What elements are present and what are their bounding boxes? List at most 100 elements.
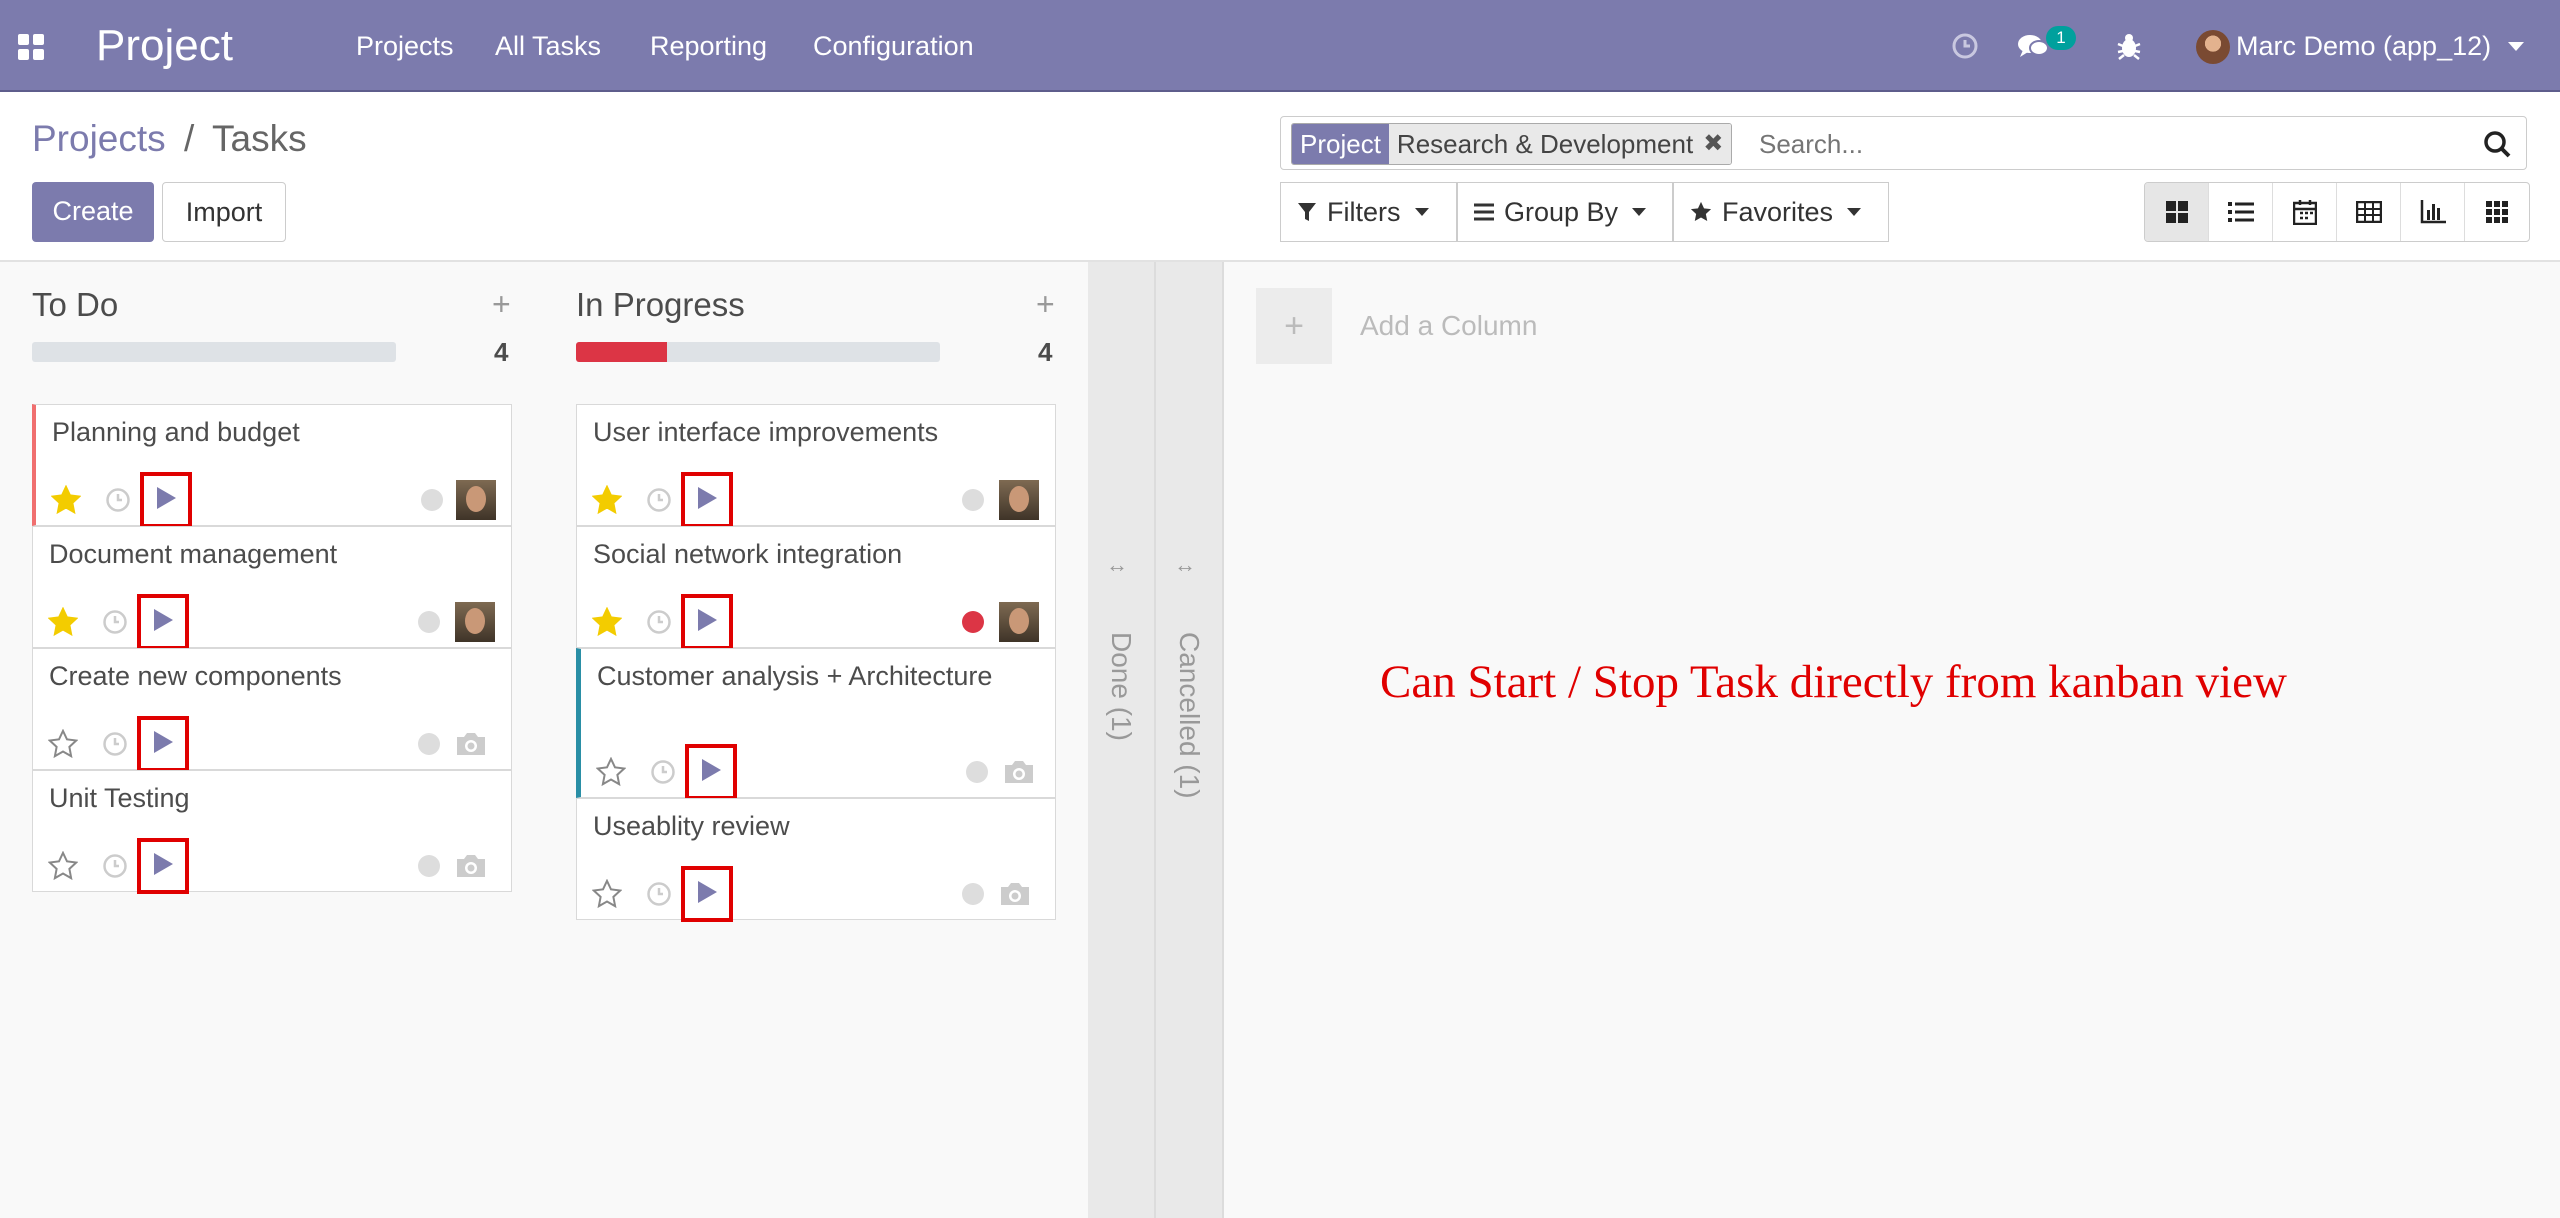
search-icon[interactable]	[2482, 129, 2512, 159]
breadcrumb-separator: /	[184, 118, 195, 159]
calendar-view-icon[interactable]	[2273, 183, 2337, 241]
kanban-state-dot[interactable]	[962, 883, 984, 905]
view-switcher	[2144, 182, 2530, 242]
column-progress-bar[interactable]	[576, 342, 940, 362]
menu-all-tasks[interactable]: All Tasks	[495, 28, 601, 64]
breadcrumb-current: Tasks	[212, 118, 307, 159]
kanban-state-dot[interactable]	[966, 761, 988, 783]
column-progress-bar[interactable]	[32, 342, 396, 362]
kanban-card[interactable]: Customer analysis + Architecture	[576, 648, 1056, 800]
start-stop-timer-button[interactable]	[137, 594, 189, 650]
search-box[interactable]: Project Research & Development ✖	[1280, 116, 2527, 170]
user-menu-name[interactable]: Marc Demo (app_12)	[2236, 28, 2491, 64]
priority-star-icon[interactable]	[50, 484, 82, 516]
activity-clock-icon[interactable]	[101, 852, 129, 880]
user-avatar[interactable]	[2196, 30, 2230, 64]
folded-column-cancelled[interactable]: ↔ Cancelled (1)	[1156, 262, 1224, 1218]
play-icon	[696, 486, 718, 515]
kanban-state-dot[interactable]	[421, 489, 443, 511]
graph-view-icon[interactable]	[2401, 183, 2465, 241]
unassigned-camera-icon[interactable]	[1001, 756, 1037, 788]
assignee-avatar[interactable]	[455, 602, 495, 642]
unassigned-camera-icon[interactable]	[453, 728, 489, 760]
card-title: Planning and budget	[52, 417, 300, 447]
assignee-avatar[interactable]	[999, 602, 1039, 642]
priority-star-icon[interactable]	[595, 756, 627, 788]
activity-clock-icon[interactable]	[649, 758, 677, 786]
column-title-in-progress[interactable]: In Progress	[576, 284, 745, 326]
kanban-state-dot[interactable]	[962, 611, 984, 633]
menu-configuration[interactable]: Configuration	[813, 28, 974, 64]
start-stop-timer-button[interactable]	[140, 472, 192, 528]
start-stop-timer-button[interactable]	[681, 866, 733, 922]
kanban-state-dot[interactable]	[418, 855, 440, 877]
start-stop-timer-button[interactable]	[685, 744, 737, 800]
play-icon	[152, 608, 174, 637]
start-stop-timer-button[interactable]	[137, 838, 189, 894]
activity-clock-icon[interactable]	[101, 730, 129, 758]
messaging-icon[interactable]	[2016, 26, 2050, 66]
unassigned-camera-icon[interactable]	[453, 850, 489, 882]
apps-menu-icon[interactable]	[18, 34, 44, 60]
kanban-state-dot[interactable]	[418, 611, 440, 633]
assignee-avatar[interactable]	[999, 480, 1039, 520]
kanban-card[interactable]: Planning and budget	[32, 404, 512, 528]
kanban-card[interactable]: Social network integration	[576, 526, 1056, 650]
list-view-icon[interactable]	[2209, 183, 2273, 241]
activity-view-icon[interactable]	[2465, 183, 2529, 241]
search-input[interactable]	[1759, 125, 2459, 163]
priority-star-icon[interactable]	[47, 850, 79, 882]
kanban-state-dot[interactable]	[962, 489, 984, 511]
filters-label: Filters	[1327, 197, 1401, 227]
activity-clock-icon[interactable]	[104, 486, 132, 514]
facet-remove-icon[interactable]: ✖	[1701, 124, 1732, 164]
play-icon	[152, 730, 174, 759]
group-by-dropdown[interactable]: Group By	[1457, 182, 1673, 242]
menu-projects[interactable]: Projects	[356, 28, 454, 64]
annotation-text: Can Start / Stop Task directly from kanb…	[1380, 656, 2287, 708]
start-stop-timer-button[interactable]	[681, 594, 733, 650]
add-column-label[interactable]: Add a Column	[1360, 308, 1537, 344]
unassigned-camera-icon[interactable]	[997, 878, 1033, 910]
kanban-card[interactable]: Unit Testing	[32, 770, 512, 894]
start-stop-timer-button[interactable]	[137, 716, 189, 772]
pivot-view-icon[interactable]	[2337, 183, 2401, 241]
kanban-view-icon[interactable]	[2145, 183, 2209, 241]
priority-star-icon[interactable]	[591, 878, 623, 910]
column-title-todo[interactable]: To Do	[32, 284, 118, 326]
activity-clock-icon[interactable]	[645, 486, 673, 514]
priority-star-icon[interactable]	[47, 606, 79, 638]
menu-reporting[interactable]: Reporting	[650, 28, 767, 64]
kanban-card[interactable]: User interface improvements	[576, 404, 1056, 528]
kanban-card[interactable]: Create new components	[32, 648, 512, 772]
favorites-dropdown[interactable]: Favorites	[1673, 182, 1889, 242]
play-icon	[700, 758, 722, 787]
assignee-avatar[interactable]	[456, 480, 496, 520]
activity-clock-icon[interactable]	[645, 880, 673, 908]
user-menu-caret-icon[interactable]	[2508, 42, 2524, 51]
priority-star-icon[interactable]	[591, 606, 623, 638]
kanban-card[interactable]: Useablity review	[576, 798, 1056, 922]
quick-create-plus-icon[interactable]: +	[1036, 286, 1055, 322]
filters-dropdown[interactable]: Filters	[1280, 182, 1457, 242]
create-button[interactable]: Create	[32, 182, 154, 242]
start-stop-timer-button[interactable]	[681, 472, 733, 528]
quick-create-plus-icon[interactable]: +	[492, 286, 511, 322]
activity-clock-icon[interactable]	[101, 608, 129, 636]
add-column-plus-icon[interactable]: +	[1256, 288, 1332, 364]
favorites-label: Favorites	[1722, 197, 1834, 227]
activity-clock-icon[interactable]	[645, 608, 673, 636]
kanban-card[interactable]: Document management	[32, 526, 512, 650]
folded-column-done[interactable]: ↔ Done (1)	[1088, 262, 1156, 1218]
priority-star-icon[interactable]	[591, 484, 623, 516]
import-button[interactable]: Import	[162, 182, 286, 242]
activity-clock-icon[interactable]	[1950, 26, 1980, 66]
expand-arrows-icon[interactable]: ↔	[1174, 552, 1196, 578]
priority-star-icon[interactable]	[47, 728, 79, 760]
kanban-state-dot[interactable]	[418, 733, 440, 755]
debug-bug-icon[interactable]	[2114, 26, 2144, 66]
control-panel: Projects / Tasks Create Import Project R…	[0, 92, 2560, 262]
breadcrumb-projects-link[interactable]: Projects	[32, 116, 166, 162]
expand-arrows-icon[interactable]: ↔	[1106, 552, 1128, 578]
card-title: Document management	[49, 539, 338, 569]
